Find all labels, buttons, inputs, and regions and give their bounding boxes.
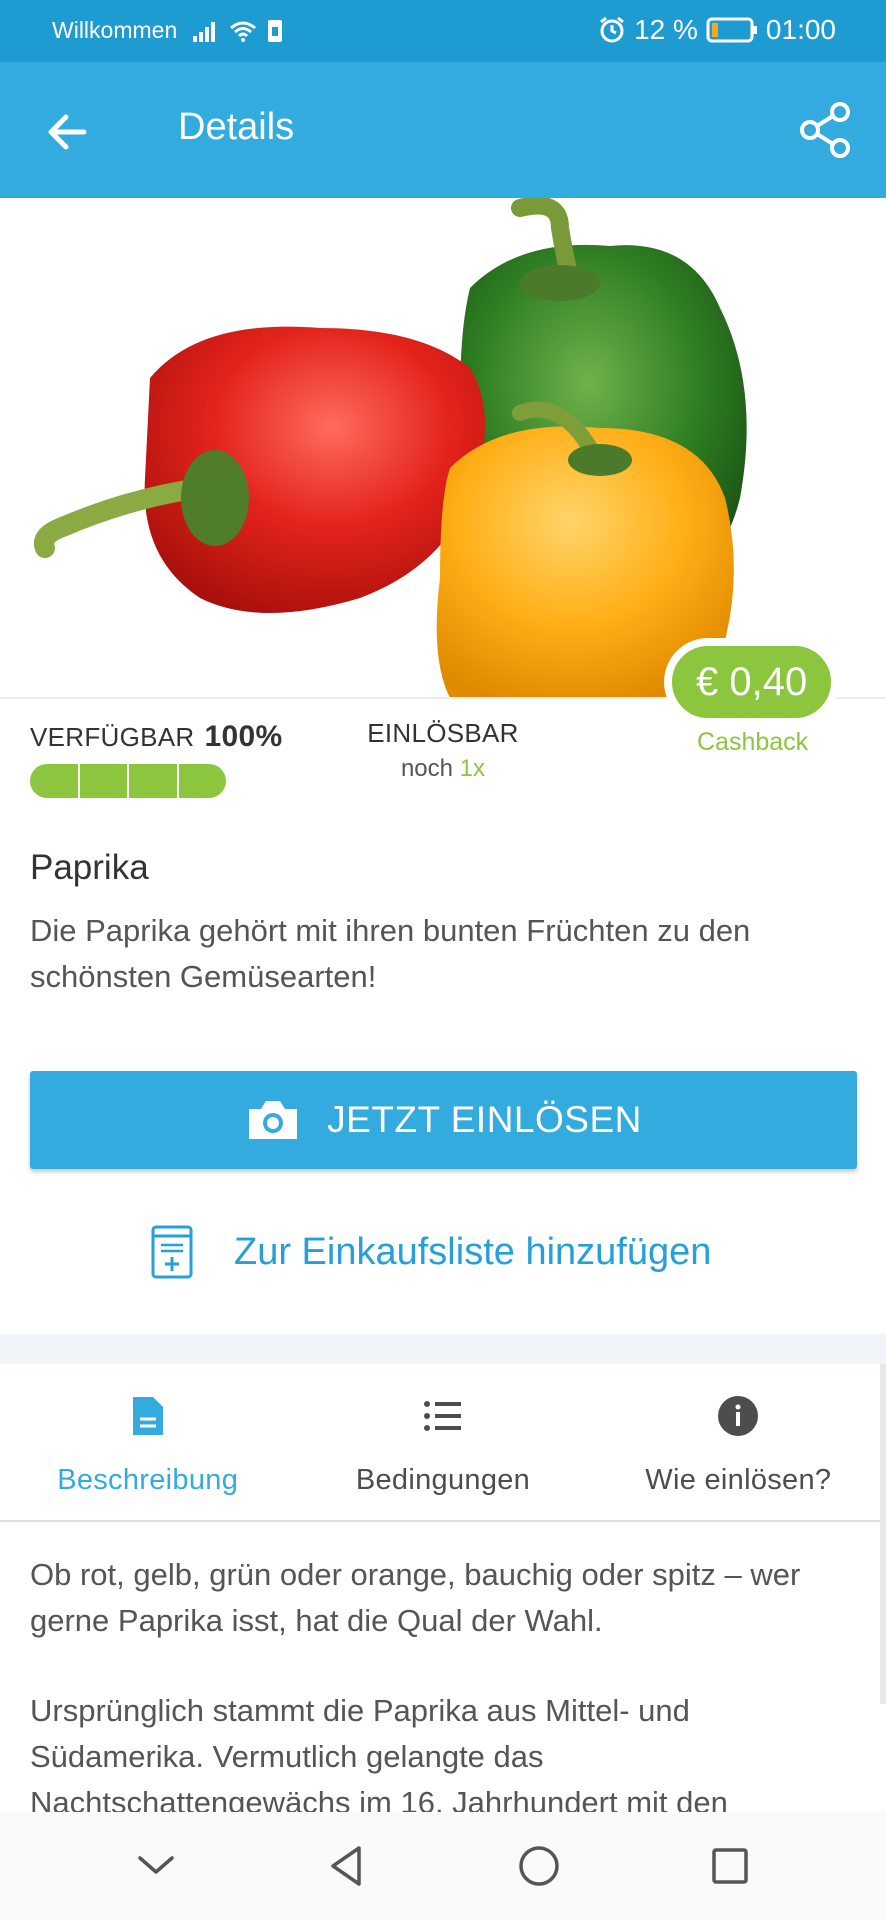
tab-description-label: Beschreibung (57, 1464, 239, 1496)
nav-back-button[interactable] (317, 1836, 377, 1896)
tab-how-to-redeem[interactable]: Wie einlösen? (591, 1364, 886, 1520)
add-to-list-link[interactable]: Zur Einkaufsliste hinzufügen (150, 1224, 711, 1280)
availability-label: VERFÜGBAR 100% (30, 720, 282, 754)
battery-icon (706, 17, 757, 43)
availability-value: 100% (204, 720, 283, 753)
redeem-button[interactable]: JETZT EINLÖSEN (30, 1071, 857, 1169)
redeem-button-label: JETZT EINLÖSEN (327, 1099, 642, 1140)
redeemable-label: EINLÖSBAR (367, 718, 519, 748)
availability-segment (30, 764, 80, 798)
redeemable-prefix: noch (400, 755, 453, 782)
product-image (0, 198, 886, 698)
system-nav-bar (0, 1812, 886, 1920)
paprika-illustration (34, 198, 747, 698)
description-paragraph: Ob rot, gelb, grün oder orange, bauchig … (30, 1557, 801, 1638)
add-to-list-label: Zur Einkaufsliste hinzufügen (234, 1230, 712, 1273)
camera-icon (249, 1101, 298, 1139)
document-icon (126, 1394, 170, 1438)
shopping-list-add-icon (151, 1225, 193, 1279)
redeemable-count-value: 1x (459, 755, 486, 782)
redeemable-count: noch 1x (348, 755, 538, 783)
availability-segment (129, 764, 179, 798)
nav-home-button[interactable] (509, 1836, 569, 1896)
availability-segment (179, 764, 227, 798)
share-icon (800, 102, 850, 158)
app-bar: Details (0, 62, 886, 198)
description-paragraph: Ursprünglich stammt die Paprika aus Mitt… (30, 1693, 728, 1820)
signal-icon (193, 21, 216, 42)
back-button[interactable] (40, 104, 96, 160)
tab-conditions[interactable]: Bedingungen (295, 1364, 590, 1520)
availability-title: VERFÜGBAR (30, 722, 195, 752)
carrier-label: Willkommen (52, 17, 178, 43)
availability-bar (30, 764, 226, 798)
status-bar: Willkommen 12 % 01:00 (0, 0, 886, 62)
back-triangle-icon (331, 1846, 361, 1886)
arrow-left-icon (48, 114, 87, 150)
battery-percent: 12 % (634, 14, 698, 45)
tab-bar: Beschreibung Bedingungen Wie einlösen? (0, 1364, 886, 1522)
alarm-icon (600, 16, 625, 43)
tab-how-to-redeem-label: Wie einlösen? (645, 1464, 832, 1496)
scrollbar[interactable] (880, 1364, 886, 1704)
list-icon (421, 1394, 465, 1438)
chevron-down-icon (138, 1856, 174, 1874)
availability-segment (80, 764, 129, 798)
home-circle-icon (519, 1846, 559, 1886)
page-title: Details (178, 106, 295, 148)
share-button[interactable] (796, 100, 856, 160)
info-icon (716, 1394, 760, 1438)
recents-square-icon (712, 1848, 748, 1884)
redeemable-info: EINLÖSBAR noch 1x (348, 718, 538, 783)
product-name: Paprika (30, 848, 149, 887)
nav-hide-button[interactable] (126, 1836, 186, 1896)
price-badge: € 0,40 (664, 638, 840, 726)
sim-icon (268, 19, 283, 42)
wifi-icon (230, 21, 257, 42)
tab-conditions-label: Bedingungen (355, 1464, 531, 1496)
section-separator (0, 1334, 886, 1364)
nav-recents-button[interactable] (700, 1836, 760, 1896)
clock: 01:00 (765, 14, 836, 45)
tab-description[interactable]: Beschreibung (0, 1364, 295, 1520)
product-description: Die Paprika gehört mit ihren bunten Früc… (30, 913, 751, 994)
cashback-label: Cashback (697, 728, 809, 756)
